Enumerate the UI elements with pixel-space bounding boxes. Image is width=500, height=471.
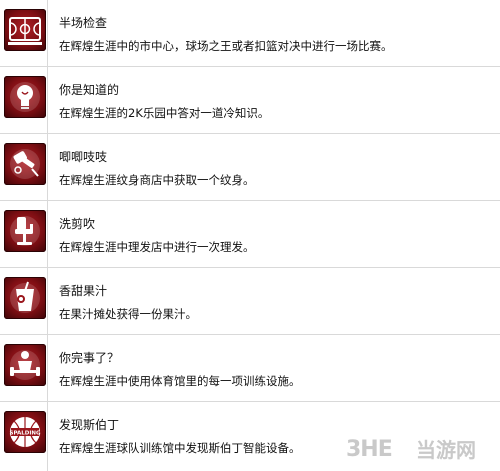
icon-cell: [0, 134, 48, 200]
achievement-description: 在果汁摊处获得一份果汁。: [59, 307, 197, 321]
achievement-title: 洗剪吹: [59, 217, 96, 231]
achievement-row: 唧唧吱吱 在辉煌生涯纹身商店中获取一个纹身。: [0, 134, 500, 201]
icon-cell: SPALDING: [0, 402, 48, 471]
icon-cell: [0, 268, 48, 334]
watermark-logo: 3HE: [346, 437, 393, 462]
achievement-title: 你完事了？: [59, 351, 120, 365]
tattoo-machine-icon: [4, 143, 46, 185]
achievement-title: 唧唧吱吱: [59, 150, 108, 164]
text-cell: 唧唧吱吱 在辉煌生涯纹身商店中获取一个纹身。: [59, 134, 500, 200]
achievement-title: 发现斯伯丁: [59, 418, 120, 432]
text-cell: 你是知道的 在辉煌生涯的2K乐园中答对一道冷知识。: [59, 67, 500, 133]
watermark-text: 当游网: [416, 438, 476, 462]
achievement-title: 半场检查: [59, 16, 108, 30]
icon-cell: [0, 67, 48, 133]
basketball-court-icon: [4, 9, 46, 51]
text-cell: 半场检查 在辉煌生涯中的市中心，球场之王或者扣篮对决中进行一场比赛。: [59, 0, 500, 66]
achievement-description: 在辉煌生涯中使用体育馆里的每一项训练设施。: [59, 374, 301, 388]
site-watermark: 3HE 当游网: [346, 437, 494, 463]
spalding-label: SPALDING: [10, 431, 41, 437]
icon-cell: [0, 201, 48, 267]
barber-chair-icon: [4, 210, 46, 252]
achievement-row: 洗剪吹 在辉煌生涯中理发店中进行一次理发。: [0, 201, 500, 268]
achievement-row: 香甜果汁 在果汁摊处获得一份果汁。: [0, 268, 500, 335]
achievement-row: 半场检查 在辉煌生涯中的市中心，球场之王或者扣篮对决中进行一场比赛。: [0, 0, 500, 67]
dumbbell-icon: [4, 344, 46, 386]
achievement-row: 你是知道的 在辉煌生涯的2K乐园中答对一道冷知识。: [0, 67, 500, 134]
achievement-row: 你完事了？ 在辉煌生涯中使用体育馆里的每一项训练设施。: [0, 335, 500, 402]
achievement-description: 在辉煌生涯中理发店中进行一次理发。: [59, 240, 255, 254]
text-cell: 香甜果汁 在果汁摊处获得一份果汁。: [59, 268, 500, 334]
achievement-description: 在辉煌生涯纹身商店中获取一个纹身。: [59, 173, 255, 187]
icon-cell: [0, 0, 48, 66]
text-cell: 你完事了？ 在辉煌生涯中使用体育馆里的每一项训练设施。: [59, 335, 500, 401]
achievement-title: 香甜果汁: [59, 284, 108, 298]
text-cell: 洗剪吹 在辉煌生涯中理发店中进行一次理发。: [59, 201, 500, 267]
light-bulb-icon: [4, 76, 46, 118]
achievement-description: 在辉煌生涯中的市中心，球场之王或者扣篮对决中进行一场比赛。: [59, 39, 393, 53]
spalding-ball-icon: SPALDING: [4, 411, 46, 453]
icon-cell: [0, 335, 48, 401]
achievement-description: 在辉煌生涯球队训练馆中发现斯伯丁智能设备。: [59, 441, 301, 455]
achievement-title: 你是知道的: [59, 83, 120, 97]
juice-cup-icon: [4, 277, 46, 319]
achievement-description: 在辉煌生涯的2K乐园中答对一道冷知识。: [59, 106, 270, 120]
achievement-list: 半场检查 在辉煌生涯中的市中心，球场之王或者扣篮对决中进行一场比赛。 你是知道的…: [0, 0, 500, 471]
